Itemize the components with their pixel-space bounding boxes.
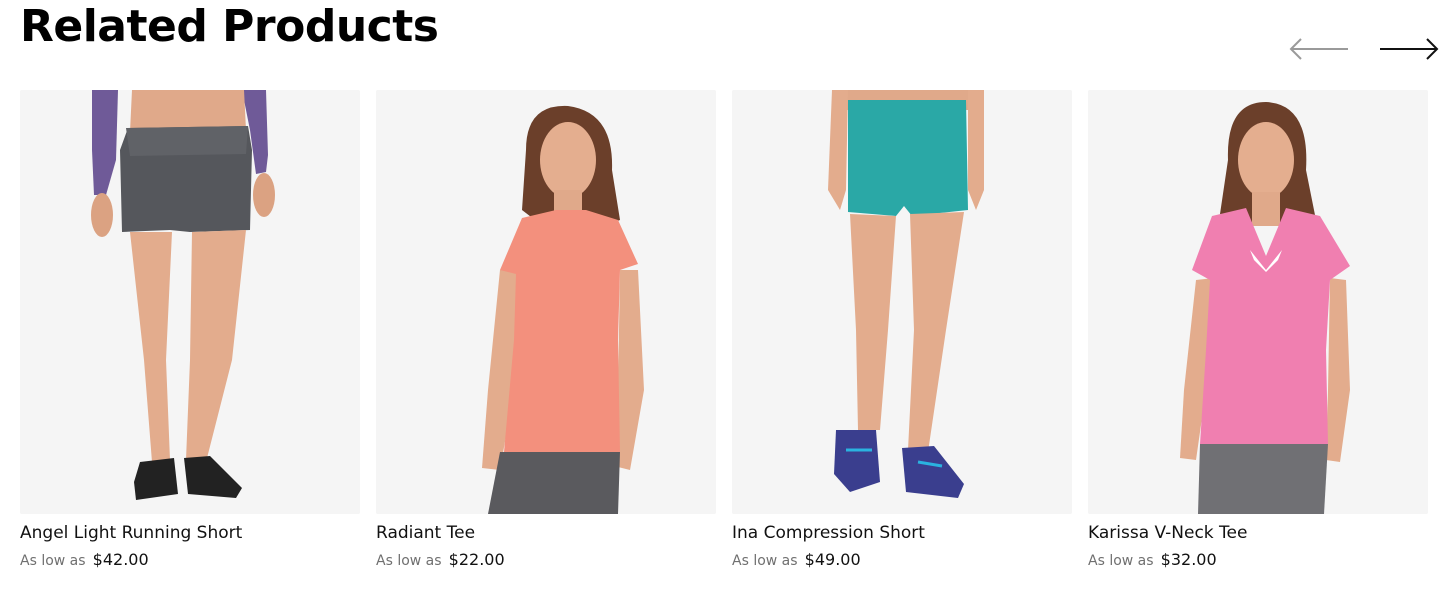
carousel-next-button[interactable] [1378, 34, 1440, 64]
product-price: As low as $49.00 [732, 550, 1072, 569]
arrow-right-icon [1380, 38, 1439, 60]
product-carousel: Angel Light Running Short As low as $42.… [20, 90, 1431, 580]
price-value: $22.00 [448, 550, 505, 569]
carousel-prev-button[interactable] [1288, 34, 1350, 64]
product-card[interactable]: Radiant Tee As low as $22.00 [376, 90, 716, 580]
product-price: As low as $42.00 [20, 550, 360, 569]
product-name[interactable]: Radiant Tee [376, 522, 716, 544]
price-value: $42.00 [92, 550, 149, 569]
product-image-gray-running-shorts[interactable] [20, 90, 360, 514]
product-image-pink-vneck-tee[interactable] [1088, 90, 1428, 514]
product-price: As low as $22.00 [376, 550, 716, 569]
product-card[interactable]: Ina Compression Short As low as $49.00 [732, 90, 1072, 580]
price-prefix: As low as [376, 553, 442, 569]
product-name[interactable]: Ina Compression Short [732, 522, 1072, 544]
product-card[interactable]: Karissa V-Neck Tee As low as $32.00 [1088, 90, 1428, 580]
arrow-left-icon [1289, 38, 1348, 60]
price-prefix: As low as [732, 553, 798, 569]
product-name[interactable]: Angel Light Running Short [20, 522, 360, 544]
price-value: $49.00 [804, 550, 861, 569]
product-card[interactable]: Angel Light Running Short As low as $42.… [20, 90, 360, 580]
price-prefix: As low as [1088, 553, 1154, 569]
product-image-coral-tee[interactable] [376, 90, 716, 514]
product-price: As low as $32.00 [1088, 550, 1428, 569]
product-name[interactable]: Karissa V-Neck Tee [1088, 522, 1428, 544]
price-prefix: As low as [20, 553, 86, 569]
section-title: Related Products [20, 1, 439, 52]
price-value: $32.00 [1160, 550, 1217, 569]
product-image-teal-compression-shorts[interactable] [732, 90, 1072, 514]
